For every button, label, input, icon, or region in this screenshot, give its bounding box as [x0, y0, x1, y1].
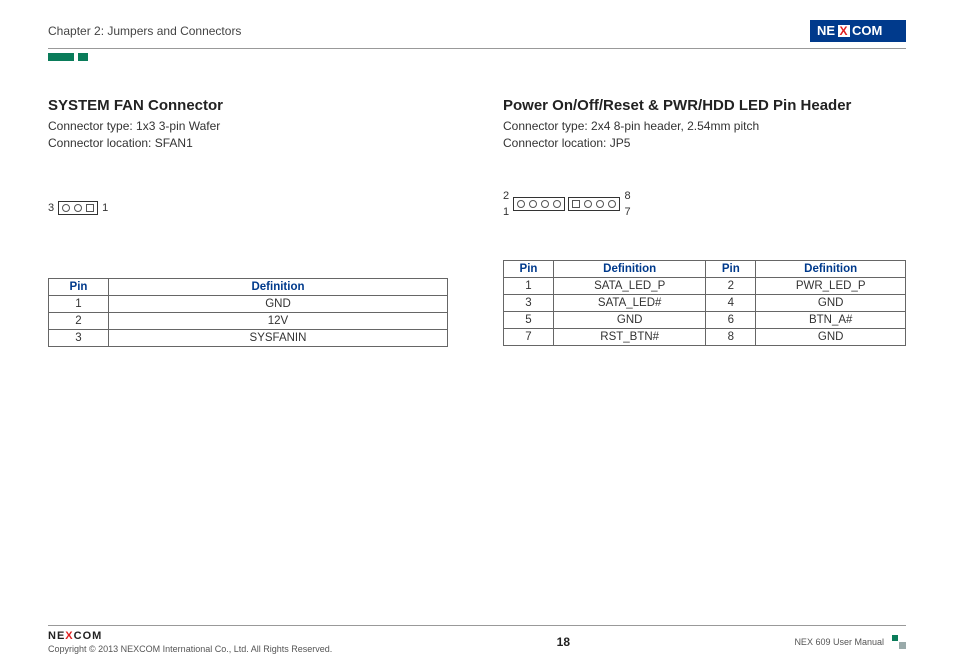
brand-logo: NE X COM [810, 20, 906, 42]
diagram-label-left: 3 [48, 202, 54, 214]
connector-stack [513, 197, 620, 211]
table-row: 1 GND [49, 295, 448, 312]
pin-icon [529, 200, 537, 208]
left-connector-location: Connector location: SFAN1 [48, 135, 451, 152]
left-section-title: SYSTEM FAN Connector [48, 97, 451, 114]
right-column: Power On/Off/Reset & PWR/HDD LED Pin Hea… [503, 97, 906, 347]
chapter-title: Chapter 2: Jumpers and Connectors [48, 24, 241, 38]
table-row: 5 GND 6 BTN_A# [504, 311, 906, 328]
pin1-icon [572, 200, 580, 208]
left-column: SYSTEM FAN Connector Connector type: 1x3… [48, 97, 451, 347]
svg-text:X: X [840, 24, 848, 38]
pin-icon [517, 200, 525, 208]
col-header-pin: Pin [504, 260, 554, 277]
page-number: 18 [557, 635, 570, 649]
table-row: 7 RST_BTN# 8 GND [504, 328, 906, 345]
table-header-row: Pin Definition [49, 278, 448, 295]
right-connector-location: Connector location: JP5 [503, 135, 906, 152]
pin-icon [74, 204, 82, 212]
connector-box [58, 201, 98, 215]
corner-mark-icon [892, 635, 906, 649]
right-section-title: Power On/Off/Reset & PWR/HDD LED Pin Hea… [503, 97, 906, 114]
diagram-label-bot-right: 7 [624, 206, 630, 218]
right-connector-diagram: 2 1 8 7 [503, 190, 906, 218]
doc-title: NEX 609 User Manual [794, 637, 884, 647]
col-header-pin: Pin [49, 278, 109, 295]
col-header-definition: Definition [756, 260, 906, 277]
table-row: 2 12V [49, 312, 448, 329]
right-pin-table: Pin Definition Pin Definition 1 SATA_LED… [503, 260, 906, 346]
table-row: 3 SATA_LED# 4 GND [504, 294, 906, 311]
page-header: Chapter 2: Jumpers and Connectors NE X C… [48, 20, 906, 49]
pin-icon [608, 200, 616, 208]
diagram-label-top-left: 2 [503, 190, 509, 202]
col-header-definition: Definition [109, 278, 448, 295]
copyright-text: Copyright © 2013 NEXCOM International Co… [48, 644, 332, 654]
pin-icon [596, 200, 604, 208]
connector-row-bottom [568, 197, 620, 211]
left-pin-table: Pin Definition 1 GND 2 12V 3 SYSFANIN [48, 278, 448, 347]
content-columns: SYSTEM FAN Connector Connector type: 1x3… [48, 97, 906, 347]
right-connector-type: Connector type: 2x4 8-pin header, 2.54mm… [503, 118, 906, 135]
pin-icon [584, 200, 592, 208]
pin-icon [541, 200, 549, 208]
diagram-label-right: 1 [102, 202, 108, 214]
footer-logo: NEXCOM [48, 630, 332, 642]
svg-text:COM: COM [852, 23, 882, 38]
col-header-definition: Definition [554, 260, 706, 277]
pin-icon [553, 200, 561, 208]
left-connector-diagram: 3 1 [48, 194, 451, 222]
svg-text:NE: NE [817, 23, 835, 38]
table-row: 3 SYSFANIN [49, 329, 448, 346]
connector-row-top [513, 197, 565, 211]
left-connector-type: Connector type: 1x3 3-pin Wafer [48, 118, 451, 135]
accent-bar [48, 53, 906, 61]
pin-icon [62, 204, 70, 212]
pin1-icon [86, 204, 94, 212]
diagram-label-top-right: 8 [624, 190, 630, 202]
table-header-row: Pin Definition Pin Definition [504, 260, 906, 277]
col-header-pin: Pin [706, 260, 756, 277]
table-row: 1 SATA_LED_P 2 PWR_LED_P [504, 277, 906, 294]
diagram-label-bot-left: 1 [503, 206, 509, 218]
page-footer: NEXCOM Copyright © 2013 NEXCOM Internati… [48, 625, 906, 654]
